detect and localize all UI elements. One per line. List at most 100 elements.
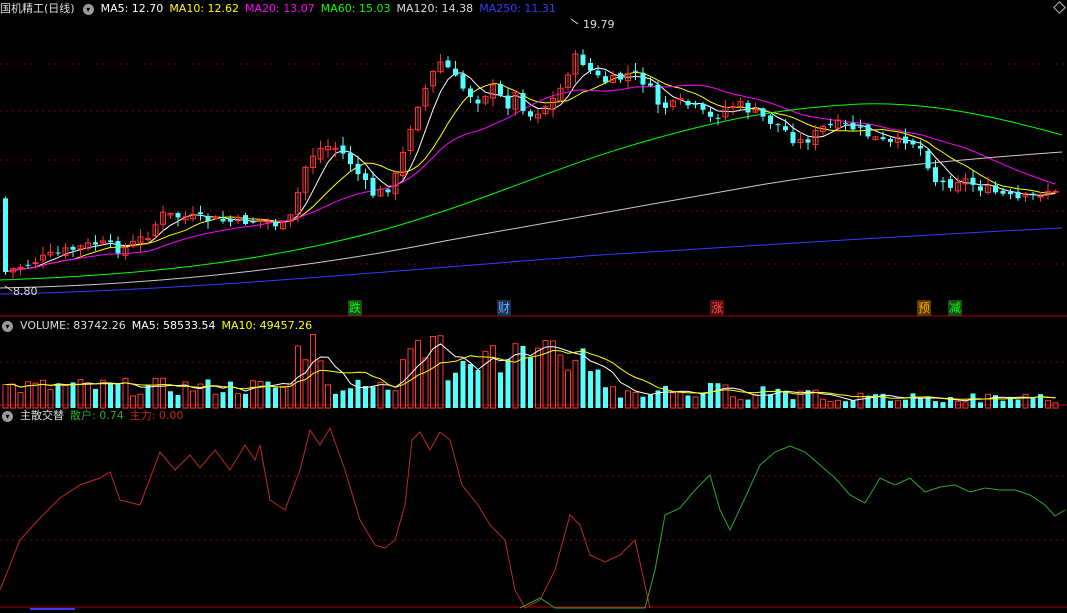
candle-down	[663, 102, 668, 108]
candle-down	[198, 212, 203, 215]
volume-bar-down	[93, 388, 98, 408]
volume-bar-up	[302, 359, 309, 409]
candle-down	[850, 123, 856, 130]
chevron-down-icon[interactable]: ▾	[82, 3, 94, 15]
volume-bar-up	[895, 400, 901, 409]
volume-bar-down	[640, 396, 646, 408]
candle-down	[385, 189, 391, 193]
volume-bar-down	[370, 386, 376, 408]
volume-bar-down	[715, 383, 721, 408]
volume-bar-down	[145, 384, 151, 408]
volume-bar-up	[160, 377, 166, 409]
candle-up	[17, 266, 24, 269]
volume-bar-up	[572, 359, 579, 409]
volume-bar-down	[760, 386, 766, 408]
candle-down	[595, 70, 601, 76]
volume-bar-up	[512, 343, 519, 409]
candle-up	[1052, 190, 1059, 193]
candle-down	[903, 136, 908, 144]
volume-bar-down	[708, 383, 713, 408]
event-tag-zhang[interactable]: 涨	[710, 300, 725, 316]
volume-bar-down	[888, 400, 893, 408]
event-tag-cai[interactable]: 财	[497, 300, 512, 316]
volume-bar-up	[310, 334, 316, 409]
volume-bar-up	[317, 360, 324, 409]
event-tag-yu[interactable]: 预	[917, 300, 932, 316]
volume-bar-up	[632, 391, 639, 409]
volume-bar-down	[340, 390, 346, 408]
candle-down	[790, 132, 796, 144]
volume-bar-down	[55, 384, 61, 408]
chevron-down-icon[interactable]: ▾	[2, 320, 13, 332]
volume-bar-down	[603, 387, 608, 408]
candle-down	[243, 215, 248, 225]
event-tag-die[interactable]: 跌	[348, 300, 363, 316]
candle-down	[715, 117, 721, 119]
volume-bar-up	[670, 392, 676, 409]
ma5-label: MA5: 12.70	[100, 2, 164, 15]
candle-down	[505, 95, 511, 109]
volume-bar-up	[752, 394, 759, 409]
candle-down	[115, 241, 121, 254]
volume-bar-down	[355, 379, 361, 408]
volume-bar-down	[205, 379, 211, 408]
candle-down	[783, 126, 788, 131]
volume-bar-up	[820, 398, 826, 409]
volume-bar-down	[970, 393, 976, 408]
volume-bar-down	[505, 359, 511, 408]
candle-down	[220, 218, 226, 222]
candle-down	[528, 111, 533, 117]
volume-bar-up	[1022, 393, 1029, 409]
volume-bar-down	[1030, 397, 1036, 408]
volume-bar-down	[520, 345, 526, 408]
volume-bar-up	[677, 391, 684, 409]
volume-bar-down	[783, 391, 788, 408]
candle-down	[1000, 190, 1006, 194]
candle-down	[250, 221, 256, 223]
low-price-label: 8.80	[13, 285, 38, 298]
volume-bar-up	[250, 380, 256, 409]
volume-header: ▾ VOLUME: 83742.26 MA5: 58533.54 MA10: 4…	[0, 318, 312, 334]
volume-bar-down	[790, 399, 796, 408]
candle-down	[1015, 191, 1021, 199]
volume-bar-up	[212, 393, 219, 409]
volume-bar-down	[243, 393, 248, 408]
chevron-down-icon[interactable]: ▾	[2, 410, 13, 422]
ma250-line	[0, 227, 1063, 295]
indicator-title: 主散交替	[20, 409, 64, 422]
event-tag-jian[interactable]: 减	[948, 300, 963, 316]
candle-down	[55, 252, 61, 254]
candle-down	[940, 180, 946, 183]
volume-bar-down	[385, 389, 391, 408]
volume-bar-down	[528, 357, 533, 408]
retail-value: 散户: 0.74	[70, 409, 124, 422]
volume-bar-up	[482, 350, 489, 409]
candle-down	[858, 126, 863, 128]
volume-bar-up	[490, 345, 496, 409]
candle-down	[468, 88, 473, 97]
high-price-label: 19.79	[583, 18, 615, 31]
candle-down	[993, 185, 998, 193]
main-force-line	[0, 426, 651, 609]
volume-bar-down	[228, 381, 233, 408]
candle-down	[3, 198, 8, 272]
candle-down	[1030, 193, 1036, 195]
candle-down	[655, 84, 661, 105]
candle-down	[70, 246, 76, 250]
candle-down	[648, 83, 653, 86]
volume-bar-up	[257, 380, 264, 409]
volume-bar-up	[422, 357, 429, 409]
ma10-label: MA10: 12.62	[169, 2, 240, 15]
volume-bar-down	[588, 371, 593, 408]
volume-bar-up	[85, 382, 91, 409]
candle-down	[273, 222, 278, 227]
volume-bar-down	[933, 401, 938, 408]
ma60-label: MA60: 15.03	[320, 2, 391, 15]
volume-bar-up	[692, 396, 699, 409]
volume-bar-down	[333, 393, 338, 408]
candle-down	[970, 177, 976, 185]
volume-bar-up	[32, 382, 39, 409]
volume-bar-down	[925, 398, 931, 408]
volume-bar-down	[618, 397, 623, 408]
candle-down	[888, 138, 893, 142]
